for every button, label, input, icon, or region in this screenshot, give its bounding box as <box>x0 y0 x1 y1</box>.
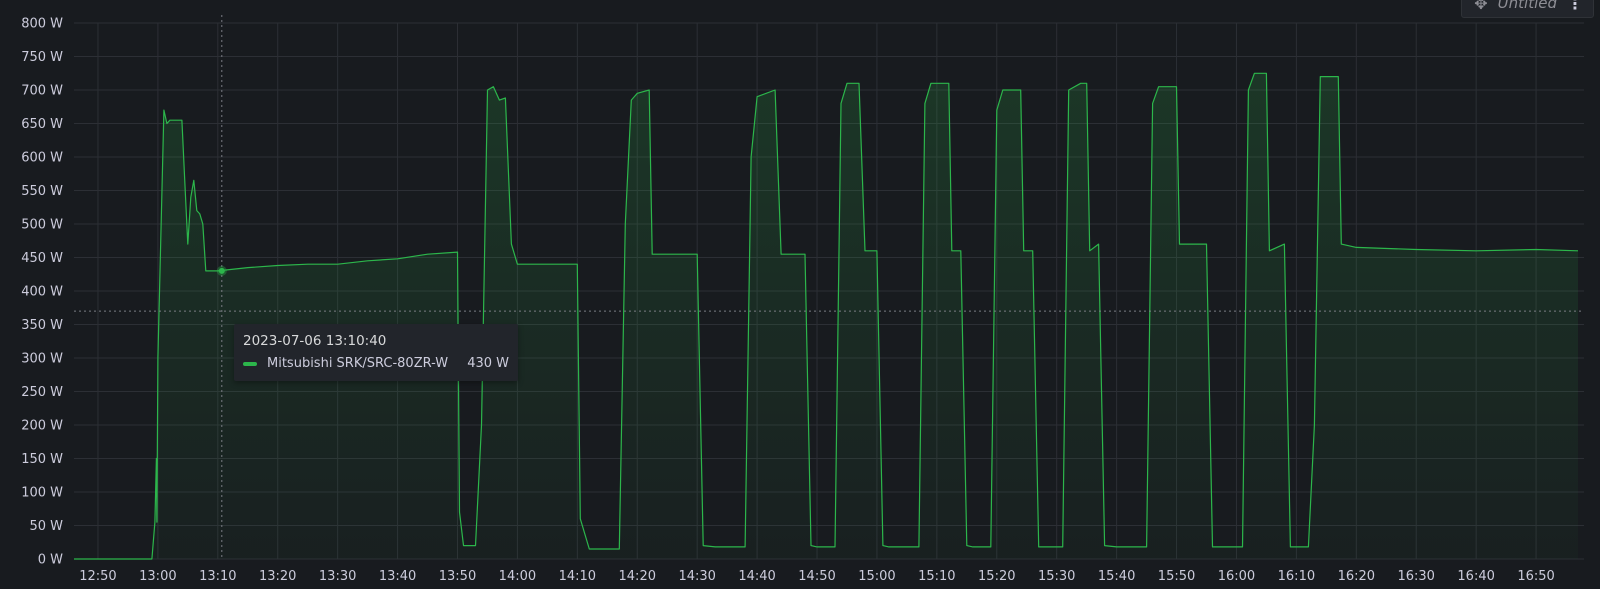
y-tick-label: 0 W <box>38 553 63 568</box>
x-tick-label: 14:30 <box>678 569 715 584</box>
panel-title-chip[interactable]: ✥ Untitled ⋮ <box>1461 0 1594 18</box>
x-tick-label: 13:30 <box>319 569 356 584</box>
hover-tooltip: 2023-07-06 13:10:40 Mitsubishi SRK/SRC-8… <box>234 324 518 381</box>
x-tick-label: 14:00 <box>499 569 536 584</box>
x-tick-label: 13:40 <box>379 569 416 584</box>
y-tick-label: 800 W <box>21 17 63 32</box>
y-tick-label: 100 W <box>21 486 63 501</box>
y-tick-label: 350 W <box>21 318 63 333</box>
kebab-menu-icon[interactable]: ⋮ <box>1567 0 1583 13</box>
tooltip-time: 2023-07-06 13:10:40 <box>243 333 387 349</box>
y-tick-label: 500 W <box>21 218 63 233</box>
x-tick-label: 15:40 <box>1098 569 1135 584</box>
y-tick-label: 250 W <box>21 385 63 400</box>
series-color-swatch <box>243 361 257 366</box>
y-axis: 0 W 50 W 100 W 150 W 200 W 250 W 300 W 350 W 400… <box>21 17 63 568</box>
power-chart: 0 W 50 W 100 W 150 W 200 W 250 W 300 W 350 W 400… <box>21 15 1584 584</box>
x-tick-label: 15:50 <box>1158 569 1195 584</box>
x-tick-label: 15:00 <box>858 569 895 584</box>
y-tick-label: 650 W <box>21 117 63 132</box>
tooltip-series-name: Mitsubishi SRK/SRC-80ZR-W <box>267 356 449 371</box>
y-tick-label: 450 W <box>21 251 63 266</box>
x-tick-label: 14:40 <box>738 569 775 584</box>
tooltip-value: 430 W <box>467 356 509 371</box>
x-tick-label: 14:50 <box>798 569 835 584</box>
y-tick-label: 300 W <box>21 352 63 367</box>
x-tick-label: 12:50 <box>79 569 116 584</box>
x-tick-label: 16:50 <box>1517 569 1554 584</box>
x-tick-label: 16:40 <box>1457 569 1494 584</box>
x-tick-label: 14:20 <box>619 569 656 584</box>
y-tick-label: 550 W <box>21 184 63 199</box>
x-tick-label: 16:10 <box>1278 569 1315 584</box>
y-tick-label: 50 W <box>29 519 63 534</box>
y-tick-label: 400 W <box>21 285 63 300</box>
time-series-panel: 0 W 50 W 100 W 150 W 200 W 250 W 300 W 350 W 400… <box>0 0 1600 589</box>
x-tick-label: 13:50 <box>439 569 476 584</box>
x-tick-label: 15:10 <box>918 569 955 584</box>
panel-title: Untitled <box>1497 0 1557 12</box>
y-tick-label: 700 W <box>21 84 63 99</box>
x-tick-label: 16:20 <box>1338 569 1375 584</box>
x-tick-label: 15:30 <box>1038 569 1075 584</box>
x-tick-label: 16:30 <box>1397 569 1434 584</box>
tooltip-series-row: Mitsubishi SRK/SRC-80ZR-W 430 W <box>243 356 509 371</box>
move-icon[interactable]: ✥ <box>1474 0 1487 13</box>
series-area-fill <box>74 73 1578 560</box>
x-tick-label: 13:10 <box>199 569 236 584</box>
series-layer <box>74 72 1579 560</box>
x-tick-label: 14:10 <box>559 569 596 584</box>
x-tick-label: 13:20 <box>259 569 296 584</box>
x-tick-label: 13:00 <box>139 569 176 584</box>
y-tick-label: 200 W <box>21 419 63 434</box>
x-axis: 12:50 13:00 13:10 13:20 13:30 13:40 13:50 14:00… <box>79 569 1555 584</box>
x-tick-label: 15:20 <box>978 569 1015 584</box>
y-tick-label: 150 W <box>21 452 63 467</box>
y-tick-label: 600 W <box>21 151 63 166</box>
y-tick-label: 750 W <box>21 50 63 65</box>
hover-point <box>218 267 225 274</box>
x-tick-label: 16:00 <box>1218 569 1255 584</box>
